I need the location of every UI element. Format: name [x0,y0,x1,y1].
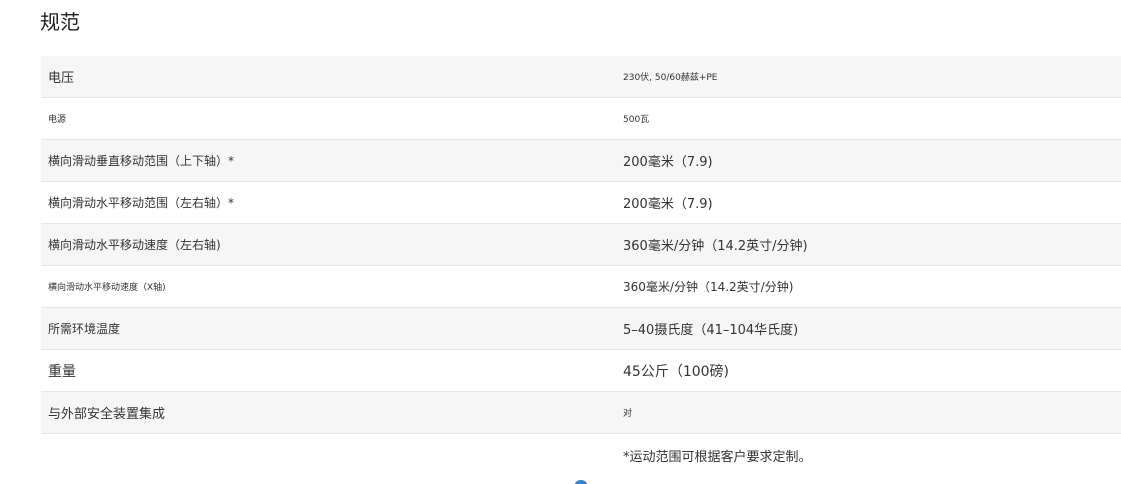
spec-row-weight: 重量 45公斤（100磅) [41,350,1121,392]
spec-value: 360毫米/分钟（14.2英寸/分钟) [623,280,794,294]
spec-value: 200毫米（7.9) [623,155,713,170]
spec-row-x-speed: 横向滑动水平移动速度（X轴) 360毫米/分钟（14.2英寸/分钟) [41,266,1121,308]
spec-row-ambient-temp: 所需环境温度 5–40摄氏度（41–104华氏度) [41,308,1121,350]
spec-value: 200毫米（7.9) [623,197,713,212]
spec-label: 电源 [48,115,67,125]
spec-row-power: 电源 500瓦 [41,98,1121,140]
spec-row-horizontal-speed: 横向滑动水平移动速度（左右轴) 360毫米/分钟（14.2英寸/分钟) [41,224,1121,266]
spec-value: 45公斤（100磅) [623,363,729,380]
spec-label: 电压 [48,71,75,86]
spec-value: 5–40摄氏度（41–104华氏度) [623,323,799,338]
spec-value: 500瓦 [623,115,650,125]
spec-row-horizontal-range: 横向滑动水平移动范围（左右轴）* 200毫米（7.9) [41,182,1121,224]
spec-label: 所需环境温度 [48,322,121,336]
spec-label: 与外部安全装置集成 [48,407,166,422]
scroll-indicator-icon[interactable] [574,480,588,484]
spec-row-vertical-range: 横向滑动垂直移动范围（上下轴）* 200毫米（7.9) [41,140,1121,182]
spec-label: 重量 [48,363,76,380]
footnote: *运动范围可根据客户要求定制。 [623,450,812,465]
spec-page: 规范 电压 230伏, 50/60赫兹+PE 电源 500瓦 横向滑动垂直移动范… [0,0,1121,484]
spec-value: 对 [623,409,633,419]
spec-row-voltage: 电压 230伏, 50/60赫兹+PE [41,56,1121,98]
spec-value: 360毫米/分钟（14.2英寸/分钟) [623,239,808,254]
section-title: 规范 [40,10,80,34]
spec-label: 横向滑动水平移动范围（左右轴）* [48,196,235,210]
spec-value: 230伏, 50/60赫兹+PE [623,73,718,83]
spec-label: 横向滑动水平移动速度（X轴) [48,283,166,293]
spec-label: 横向滑动垂直移动范围（上下轴）* [48,154,235,168]
spec-table: 电压 230伏, 50/60赫兹+PE 电源 500瓦 横向滑动垂直移动范围（上… [41,56,1121,434]
spec-row-safety-integration: 与外部安全装置集成 对 [41,392,1121,434]
spec-label: 横向滑动水平移动速度（左右轴) [48,238,221,252]
